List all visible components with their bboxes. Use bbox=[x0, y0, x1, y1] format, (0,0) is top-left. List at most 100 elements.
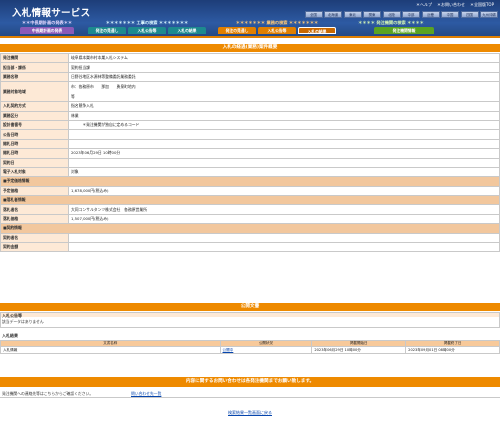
nav-group-title: ＊＊＊＊＊＊＊ 業務の検索 ＊＊＊＊＊＊＊ bbox=[235, 20, 319, 25]
field-value: ＊発注機関が独自に定めるコード bbox=[68, 119, 500, 131]
field-value: 指名競争入札 bbox=[68, 101, 500, 112]
field-value: 大同コンサルタンツ株式会社 各務原営業所 bbox=[68, 204, 500, 215]
nav-underline bbox=[0, 36, 500, 38]
field-value-line: 等 bbox=[71, 93, 75, 99]
detail-row: 発注機関 岐阜県本巣市村本巣入札システム bbox=[0, 52, 500, 64]
field-label: 落札者名 bbox=[0, 204, 69, 215]
detail-row: 業務区分 林業 bbox=[0, 110, 500, 121]
field-value: 対象 bbox=[68, 166, 500, 178]
doc-start-cell: 2023年06月29日 10時00分 bbox=[311, 346, 407, 354]
region-tab-chugoku[interactable]: 中国 bbox=[441, 11, 459, 18]
region-tab-tohoku[interactable]: 東北 bbox=[343, 11, 362, 18]
nav-group-title: ＊＊中長期計画の発表＊＊ bbox=[21, 20, 73, 25]
contact-list-link[interactable]: 問い合わせ先一覧 bbox=[131, 391, 161, 397]
nav-plans-button[interactable]: 中長期計画の発表 bbox=[20, 27, 74, 34]
detail-row: 担当部・課係 契約担当課 bbox=[0, 62, 500, 73]
status-link[interactable]: 公開中 bbox=[223, 348, 234, 352]
field-value bbox=[68, 242, 500, 253]
field-label: 設計書番号 bbox=[0, 119, 69, 131]
field-label: 契約金額 bbox=[0, 242, 69, 253]
nav-group-construction: ＊＊＊＊＊＊＊ 工事の検索 ＊＊＊＊＊＊＊ 発注の見通し 入札公告等 入札の結果 bbox=[88, 20, 206, 34]
help-link[interactable]: ＊ヘルプ bbox=[416, 2, 432, 8]
field-value bbox=[68, 129, 500, 140]
nav-agency-info[interactable]: 発注機関情報 bbox=[374, 27, 434, 34]
detail-row: 予定価格 1,678,000円(税込み) bbox=[0, 185, 500, 197]
results-table: 文書名称 公開状況 掲載開始日 掲載終了日 入札情報 公開中 2023年06月2… bbox=[0, 340, 500, 354]
group-header: ■契約情報 bbox=[0, 223, 500, 234]
contact-link[interactable]: ＊お問い合わせ bbox=[437, 2, 465, 8]
nav-group-title: ＊＊＊＊ 発注機関の検索 ＊＊＊＊ bbox=[358, 20, 424, 25]
region-tab-hokkaido[interactable]: 北海道 bbox=[324, 11, 342, 18]
page-title: 入札の経過(業務)案件概要 bbox=[0, 44, 500, 52]
field-value: 1,507,000円(税込み) bbox=[68, 213, 500, 225]
field-label: 入札契約方式 bbox=[0, 101, 69, 112]
field-label: 予定価格 bbox=[0, 185, 69, 197]
site-header: 入札情報サービス ＊ヘルプ ＊お問い合わせ ＊全国版TOP 全国 北海道 東北 … bbox=[0, 0, 500, 38]
detail-table: 発注機関 岐阜県本巣市村本巣入札システム 担当部・課係 契約担当課 業務名称 日野谷地区水… bbox=[0, 52, 500, 253]
national-top-link[interactable]: ＊全国版TOP bbox=[470, 2, 494, 8]
region-bar: 全国 北海道 東北 関東 北陸 中部 近畿 中国 四国 九州沖縄 bbox=[304, 11, 498, 18]
region-tab-hokuriku[interactable]: 北陸 bbox=[382, 11, 401, 18]
group-header: ■落札者情報 bbox=[0, 195, 500, 206]
field-value: 契約担当課 bbox=[68, 62, 500, 73]
detail-row: 設計書番号 ＊発注機関が独自に定めるコード bbox=[0, 119, 500, 131]
field-value: 林業 bbox=[68, 110, 500, 121]
field-value bbox=[68, 232, 500, 244]
field-label: 担当部・課係 bbox=[0, 62, 69, 73]
doc-name-cell: 入札情報 bbox=[0, 346, 221, 354]
contact-row: 発注機関への連絡先等はこちらからご確認ください。 問い合わせ先一覧 bbox=[0, 389, 500, 398]
site-logo: 入札情報サービス bbox=[12, 8, 91, 19]
field-label: 発注機関 bbox=[0, 52, 69, 64]
region-tab-kinki[interactable]: 近畿 bbox=[421, 11, 440, 18]
group-header: ■予定価格情報 bbox=[0, 176, 500, 187]
field-value bbox=[68, 157, 500, 168]
detail-row: 開札日時 bbox=[0, 138, 500, 150]
nav-group-agencies: ＊＊＊＊ 発注機関の検索 ＊＊＊＊ 発注機関情報 bbox=[348, 20, 434, 34]
field-label: 契約者名 bbox=[0, 232, 69, 244]
field-label: 業務名称 bbox=[0, 71, 69, 83]
detail-row: 落札価格 1,507,000円(税込み) bbox=[0, 213, 500, 225]
field-label: 開札日時 bbox=[0, 148, 69, 159]
region-tab-kyushu[interactable]: 九州沖縄 bbox=[480, 11, 498, 18]
field-label: 電子入札対象 bbox=[0, 166, 69, 178]
nav-group-plans: ＊＊中長期計画の発表＊＊ 中長期計画の発表 bbox=[20, 20, 74, 34]
nav-group-services: ＊＊＊＊＊＊＊ 業務の検索 ＊＊＊＊＊＊＊ 発注の見通し 入札公告等 入札の結果 bbox=[218, 20, 336, 34]
detail-row: 業務名称 日野谷地区水源林等整備委託業務委託 bbox=[0, 71, 500, 83]
detail-row: ■予定価格情報 bbox=[0, 176, 500, 187]
detail-row: 契約金額 bbox=[0, 242, 500, 253]
nav-construction-outlook[interactable]: 発注の見通し bbox=[88, 27, 126, 34]
field-label: 業務区分 bbox=[0, 110, 69, 121]
field-value bbox=[68, 138, 500, 150]
nav-construction-notices[interactable]: 入札公告等 bbox=[128, 27, 166, 34]
nav-services-outlook[interactable]: 発注の見通し bbox=[218, 27, 256, 34]
field-label: 公告日時 bbox=[0, 129, 69, 140]
detail-row: 入札契約方式 指名競争入札 bbox=[0, 101, 500, 112]
field-value: 市：各務原市 那加 勇泉町地内等 bbox=[68, 81, 500, 103]
field-label: 契約日 bbox=[0, 157, 69, 168]
nav-services-results[interactable]: 入札の結果 bbox=[298, 27, 336, 34]
doc-end-cell: 2023年09月01日 08時00分 bbox=[405, 346, 500, 354]
detail-row: 業務対象地域 市：各務原市 那加 勇泉町地内等 bbox=[0, 81, 500, 103]
field-value: 日野谷地区水源林等整備委託業務委託 bbox=[68, 71, 500, 83]
back-to-results-link[interactable]: 検索結果一覧画面に戻る bbox=[228, 410, 272, 415]
nav-services-notices[interactable]: 入札公告等 bbox=[258, 27, 296, 34]
field-value-line: 市：各務原市 那加 勇泉町地内 bbox=[71, 83, 136, 89]
nav-construction-results[interactable]: 入札の結果 bbox=[168, 27, 206, 34]
field-label: 業務対象地域 bbox=[0, 81, 69, 103]
doc-status-link[interactable]: 公開中 bbox=[219, 346, 313, 354]
region-tab-national[interactable]: 全国 bbox=[304, 11, 323, 18]
detail-row: 電子入札対象 対象 bbox=[0, 166, 500, 178]
notice-empty-text: 該当データはありません bbox=[2, 319, 44, 324]
region-tab-kanto[interactable]: 関東 bbox=[363, 11, 381, 18]
contact-text: 発注機関への連絡先等はこちらからご確認ください。 bbox=[2, 391, 94, 396]
region-tab-chubu[interactable]: 中部 bbox=[402, 11, 420, 18]
field-value: 岐阜県本巣市村本巣入札システム bbox=[68, 52, 500, 64]
table-row: 入札情報 公開中 2023年06月29日 10時00分 2023年09月01日 … bbox=[0, 346, 500, 354]
field-label: 開札日時 bbox=[0, 138, 69, 150]
region-tab-shikoku[interactable]: 四国 bbox=[460, 11, 479, 18]
detail-row: ■落札者情報 bbox=[0, 195, 500, 206]
contact-banner: 内容に関するお問い合わせは各発注機関までお願い致します。 bbox=[0, 377, 500, 387]
top-links: ＊ヘルプ ＊お問い合わせ ＊全国版TOP bbox=[416, 2, 494, 8]
notice-box bbox=[0, 312, 500, 328]
field-value: 1,678,000円(税込み) bbox=[68, 185, 500, 197]
